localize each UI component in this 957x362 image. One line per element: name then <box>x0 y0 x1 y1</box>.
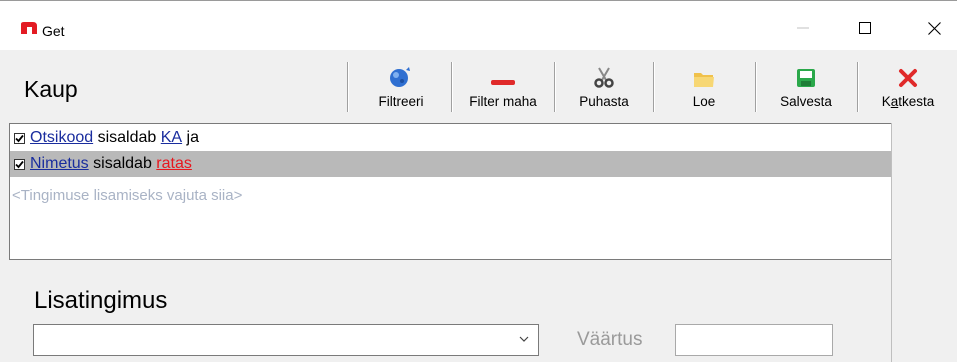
title-bar: Get <box>0 0 957 50</box>
minus-icon <box>491 80 515 85</box>
condition-field-select[interactable] <box>33 324 539 356</box>
condition-row[interactable]: Otsikood sisaldab KA ja <box>10 125 891 151</box>
cancel-label: Katkesta <box>881 94 935 109</box>
condition-field-link[interactable]: Otsikood <box>30 129 93 147</box>
save-label: Salvesta <box>780 94 832 109</box>
cancel-icon <box>899 69 917 87</box>
toolbar-title: Kaup <box>24 76 78 102</box>
condition-value-link[interactable]: ratas <box>156 155 192 173</box>
conditions-list[interactable]: Otsikood sisaldab KA ja Nimetus sisaldab… <box>9 123 891 260</box>
extra-condition-title: Lisatingimus <box>34 287 168 314</box>
condition-field-link[interactable]: Nimetus <box>30 155 89 173</box>
maximize-icon <box>859 22 871 34</box>
app-logo-icon <box>21 22 37 34</box>
add-condition-hint[interactable]: <Tingimuse lisamiseks vajuta siia> <box>12 187 242 204</box>
checkmark-icon <box>15 134 24 142</box>
condition-value-link[interactable]: KA <box>161 129 182 147</box>
condition-checkbox[interactable] <box>14 132 25 144</box>
close-button[interactable] <box>911 11 957 45</box>
folder-icon <box>694 73 714 87</box>
window-title: Get <box>42 23 65 39</box>
filter-label: Filtreeri <box>378 94 424 109</box>
toolbar-separator <box>857 62 858 112</box>
cancel-button[interactable]: Katkesta <box>863 62 953 114</box>
remove-filter-label: Filter maha <box>469 94 537 109</box>
value-label: Väärtus <box>577 329 643 350</box>
side-pane <box>891 123 952 362</box>
toolbar-separator <box>347 62 348 112</box>
toolbar-separator <box>653 62 654 112</box>
load-button[interactable]: Loe <box>659 62 749 114</box>
minimize-icon <box>797 27 809 29</box>
clear-label: Puhasta <box>579 94 629 109</box>
close-icon <box>927 21 941 35</box>
value-input[interactable] <box>675 324 833 356</box>
maximize-button[interactable] <box>842 11 888 45</box>
condition-row-selected[interactable]: Nimetus sisaldab ratas <box>10 151 891 177</box>
chevron-down-icon <box>519 336 529 342</box>
toolbar-separator <box>755 62 756 112</box>
condition-operator: sisaldab <box>93 155 152 172</box>
minimize-button[interactable] <box>780 11 826 45</box>
checkmark-icon <box>15 160 24 168</box>
load-label: Loe <box>692 94 716 109</box>
remove-filter-button[interactable]: Filter maha <box>457 62 549 114</box>
globe-icon <box>390 67 410 87</box>
condition-checkbox[interactable] <box>14 158 25 170</box>
scissors-icon <box>594 67 614 88</box>
clear-button[interactable]: Puhasta <box>560 62 648 114</box>
save-button[interactable]: Salvesta <box>760 62 852 114</box>
condition-operator: sisaldab <box>97 129 157 146</box>
toolbar-separator <box>554 62 555 112</box>
condition-joiner: ja <box>186 129 199 146</box>
toolbar-separator <box>451 62 452 112</box>
filter-button[interactable]: Filtreeri <box>356 62 446 114</box>
toolbar: Kaup Filtreeri Filter maha Puhasta Loe S… <box>0 56 957 120</box>
save-icon <box>797 69 815 87</box>
